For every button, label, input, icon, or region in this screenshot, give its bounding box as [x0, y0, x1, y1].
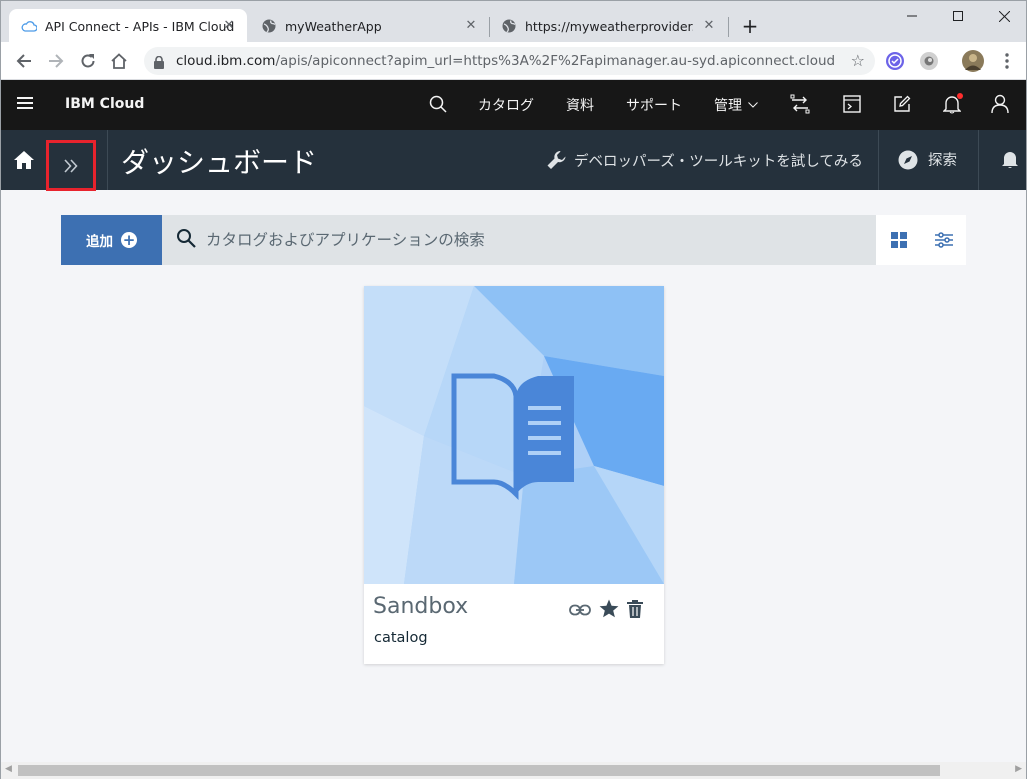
scroll-right-icon[interactable]: ▶ — [1015, 764, 1022, 774]
bookmark-star-icon[interactable]: ☆ — [851, 51, 865, 70]
minimize-icon[interactable] — [889, 1, 935, 31]
terminal-icon[interactable] — [841, 93, 863, 115]
close-tab-icon[interactable]: ✕ — [701, 18, 717, 34]
add-button-label: 追加 — [86, 234, 113, 250]
switch-account-icon[interactable] — [789, 93, 811, 115]
sliders-icon — [934, 232, 953, 248]
tab-title: https://myweatherprovider.mybl — [525, 18, 693, 34]
browser-menu-icon[interactable] — [995, 49, 1019, 73]
browser-toolbar: cloud.ibm.com/apis/apiconnect?apim_url=h… — [0, 42, 1027, 80]
card-actions — [569, 599, 643, 622]
divider — [107, 130, 108, 190]
scroll-left-icon[interactable]: ◀ — [5, 764, 12, 774]
url-host: cloud.ibm.com — [176, 53, 276, 69]
card-subtitle: catalog — [374, 630, 428, 646]
wrench-icon — [547, 151, 566, 169]
search-bar — [162, 215, 876, 265]
tab-separator — [728, 17, 729, 37]
expand-sidebar-button[interactable] — [46, 140, 96, 191]
profile-avatar[interactable] — [962, 50, 984, 72]
explore-label: 探索 — [928, 153, 957, 169]
developer-toolkit-label: デベロッパーズ・ツールキットを試してみる — [574, 153, 863, 170]
edit-icon[interactable] — [891, 93, 913, 115]
search-icon — [176, 228, 198, 254]
page-title: ダッシュボード — [121, 146, 318, 179]
ibm-cloud-header: IBM Cloud カタログ 資料 サポート 管理 — [1, 80, 1026, 130]
notification-bell-icon[interactable] — [941, 93, 963, 115]
brand-logo[interactable]: IBM Cloud — [65, 96, 144, 112]
window-border — [0, 42, 1, 779]
tab-title: myWeatherApp — [285, 18, 382, 34]
catalog-card[interactable]: Sandbox catalog — [364, 286, 664, 664]
url-path: /apis/apiconnect?apim_url=https%3A%2F%2F… — [275, 53, 836, 69]
address-bar[interactable]: cloud.ibm.com/apis/apiconnect?apim_url=h… — [144, 47, 875, 75]
close-tab-icon[interactable]: ✕ — [221, 18, 237, 34]
scrollbar-thumb[interactable] — [18, 765, 940, 776]
divider — [978, 130, 979, 190]
compass-icon — [898, 150, 918, 169]
dashboard-bell-icon[interactable] — [1001, 149, 1019, 173]
maximize-icon[interactable] — [935, 1, 981, 31]
card-title: Sandbox — [373, 594, 469, 619]
divider — [878, 130, 879, 190]
add-plus-icon: + — [121, 231, 137, 249]
extension-check-icon[interactable] — [886, 52, 904, 70]
globe-icon — [501, 18, 517, 34]
cloud-icon — [21, 18, 37, 34]
card-illustration — [364, 286, 664, 584]
hamburger-menu-icon[interactable] — [17, 97, 33, 111]
search-input[interactable] — [206, 229, 846, 251]
nav-support[interactable]: サポート — [626, 95, 682, 115]
double-chevron-right-icon — [64, 158, 78, 173]
reload-icon[interactable] — [76, 49, 100, 73]
favorite-star-icon[interactable] — [599, 599, 619, 622]
browser-tab[interactable]: myWeatherApp ✕ — [249, 9, 489, 43]
grid-view-button[interactable] — [876, 215, 921, 265]
browser-tab-active[interactable]: API Connect - APIs - IBM Cloud ✕ — [9, 9, 247, 43]
nav-catalog[interactable]: カタログ — [478, 95, 534, 115]
home-icon[interactable] — [107, 49, 131, 73]
back-arrow-icon[interactable] — [12, 49, 36, 73]
forward-arrow-icon[interactable] — [44, 49, 68, 73]
explore-link[interactable]: 探索 — [898, 149, 957, 170]
extension-circle-icon[interactable] — [920, 52, 938, 70]
new-tab-button[interactable]: + — [739, 15, 761, 37]
browser-tabstrip: API Connect - APIs - IBM Cloud ✕ myWeath… — [0, 0, 1027, 43]
filter-settings-button[interactable] — [921, 215, 966, 265]
globe-icon — [261, 18, 277, 34]
lock-icon — [154, 54, 164, 73]
add-button[interactable]: 追加 + — [61, 215, 162, 265]
close-tab-icon[interactable]: ✕ — [463, 18, 479, 34]
nav-manage-label: 管理 — [714, 98, 742, 114]
notification-dot — [957, 93, 963, 99]
window-close-icon[interactable] — [981, 1, 1027, 31]
delete-trash-icon[interactable] — [627, 599, 643, 622]
developer-toolkit-link[interactable]: デベロッパーズ・ツールキットを試してみる — [546, 149, 863, 171]
grid-view-icon — [890, 232, 907, 248]
chevron-down-icon — [748, 102, 758, 108]
link-icon[interactable] — [569, 601, 591, 620]
tab-title: API Connect - APIs - IBM Cloud — [45, 18, 235, 34]
home-icon[interactable] — [13, 150, 35, 170]
dashboard-bar: ダッシュボード デベロッパーズ・ツールキットを試してみる 探索 — [1, 130, 1026, 191]
browser-tab[interactable]: https://myweatherprovider.mybl ✕ — [489, 9, 727, 43]
nav-manage[interactable]: 管理 — [714, 95, 758, 115]
search-icon[interactable] — [427, 93, 449, 115]
url-text: cloud.ibm.com/apis/apiconnect?apim_url=h… — [176, 53, 836, 69]
user-profile-icon[interactable] — [989, 93, 1011, 115]
nav-docs[interactable]: 資料 — [566, 95, 594, 115]
horizontal-scrollbar[interactable]: ◀ ▶ — [1, 762, 1026, 779]
